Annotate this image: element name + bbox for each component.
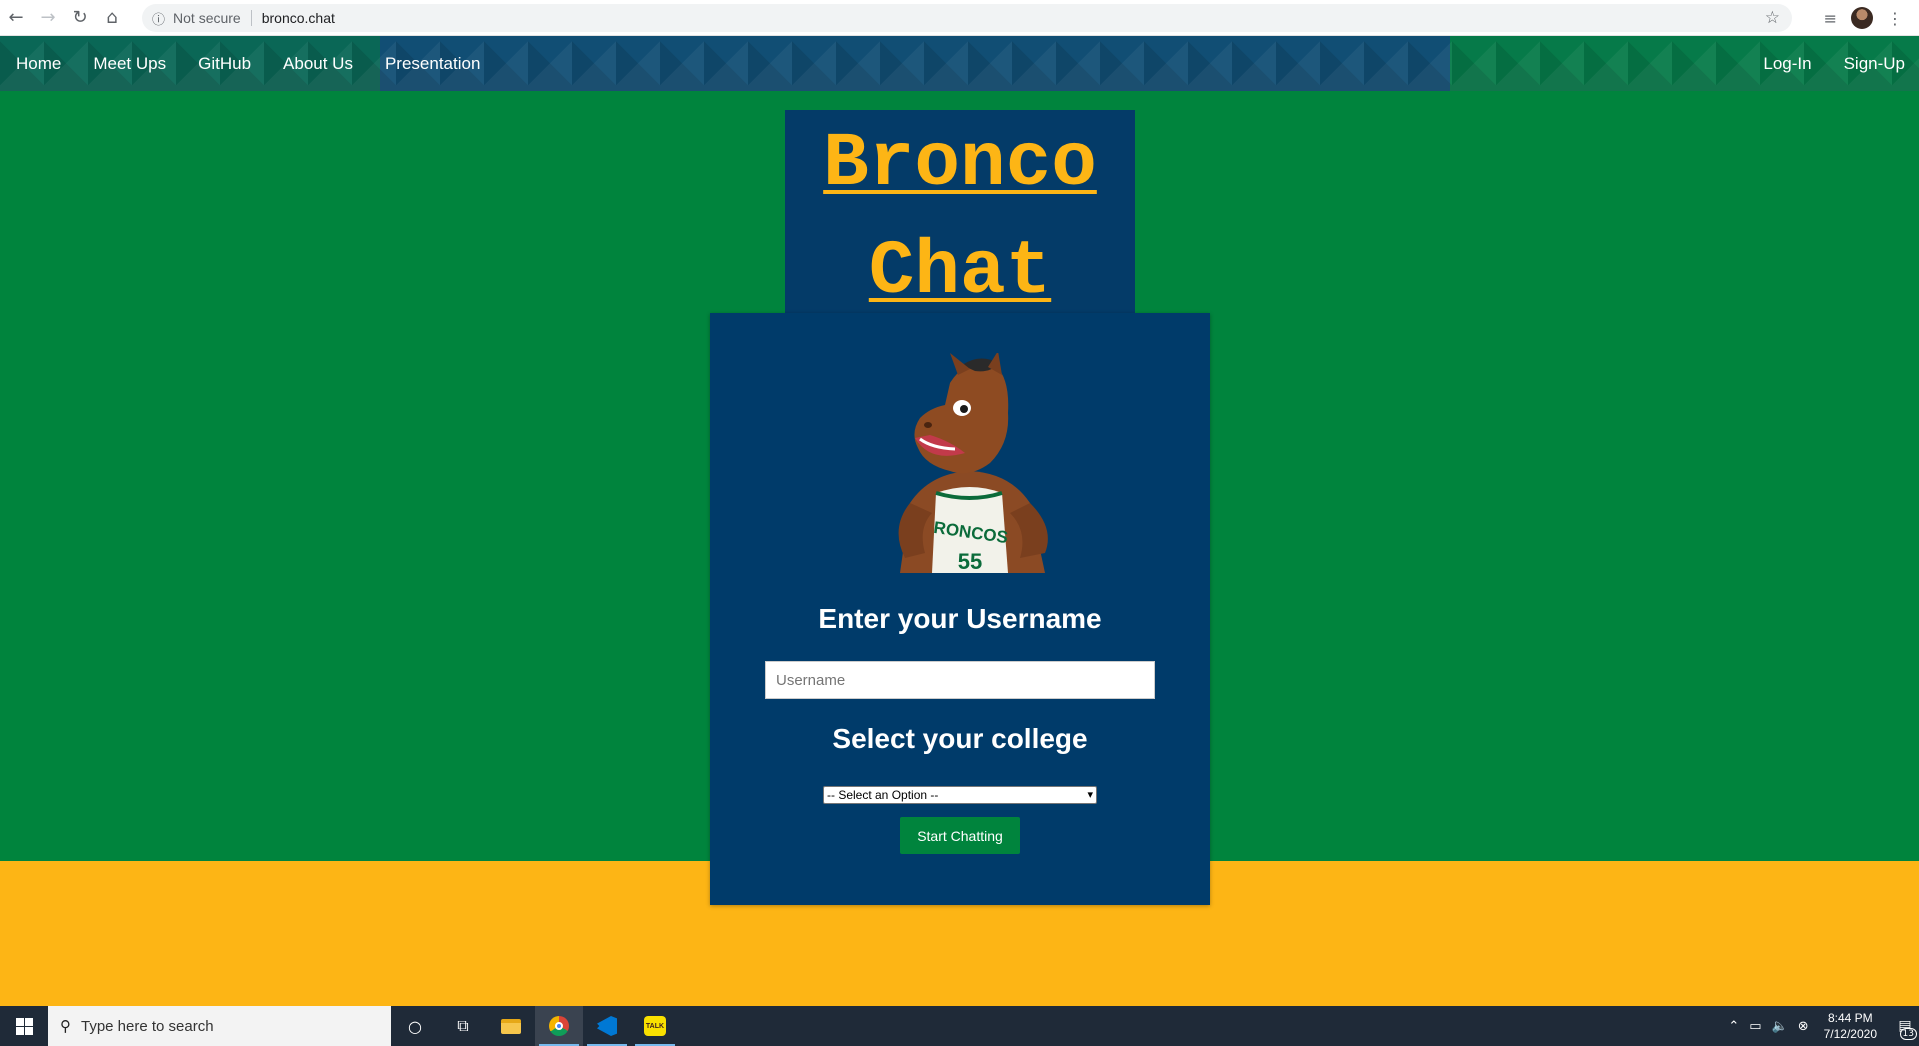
svg-text:55: 55 bbox=[958, 549, 982, 573]
nav-meet-ups[interactable]: Meet Ups bbox=[93, 54, 182, 74]
windows-taskbar: ⚲ Type here to search ○ ⧉ TALK ⌃ ▭ 🔈 ⊗ 8… bbox=[0, 1006, 1919, 1046]
system-tray: ⌃ ▭ 🔈 ⊗ 8:44 PM 7/12/2020 ▤ 13 bbox=[1723, 1006, 1919, 1046]
reload-icon[interactable]: ↻ bbox=[64, 0, 96, 36]
title-card: Bronco Chat bbox=[785, 110, 1135, 316]
title-line-2: Chat bbox=[868, 229, 1052, 315]
nav-home[interactable]: Home bbox=[16, 54, 77, 74]
vscode-taskbar-icon[interactable] bbox=[583, 1006, 631, 1046]
bronco-mascot-image: RONCOS 55 bbox=[898, 353, 1048, 573]
site-navbar: Home Meet Ups GitHub About Us Presentati… bbox=[0, 36, 1919, 91]
profile-avatar[interactable] bbox=[1851, 7, 1873, 29]
divider bbox=[250, 10, 252, 26]
search-icon: ⚲ bbox=[60, 1017, 71, 1035]
status-x-icon[interactable]: ⊗ bbox=[1798, 1019, 1809, 1034]
taskbar-search-box[interactable]: ⚲ Type here to search bbox=[48, 1006, 391, 1046]
home-icon[interactable]: ⌂ bbox=[96, 0, 128, 36]
clock-date: 7/12/2020 bbox=[1823, 1027, 1877, 1041]
nav-sign-up[interactable]: Sign-Up bbox=[1844, 54, 1905, 74]
volume-icon[interactable]: 🔈 bbox=[1772, 1019, 1788, 1034]
chrome-taskbar-icon[interactable] bbox=[535, 1006, 583, 1046]
start-chatting-button[interactable]: Start Chatting bbox=[900, 817, 1020, 854]
title-line-1: Bronco bbox=[823, 121, 1097, 207]
nav-presentation[interactable]: Presentation bbox=[385, 54, 496, 74]
media-queue-icon[interactable]: ≡ bbox=[1824, 9, 1837, 28]
security-label: Not secure bbox=[173, 10, 241, 26]
url-text[interactable]: bronco.chat bbox=[262, 10, 335, 26]
site-title: Bronco Chat bbox=[785, 110, 1135, 326]
browser-toolbar: ← → ↻ ⌂ ⓘ Not secure bronco.chat ☆ ≡ ⋮ bbox=[0, 0, 1919, 36]
menu-kebab-icon[interactable]: ⋮ bbox=[1887, 9, 1903, 28]
nav-log-in[interactable]: Log-In bbox=[1763, 54, 1811, 74]
notification-count-badge: 13 bbox=[1899, 1028, 1917, 1040]
file-explorer-icon[interactable] bbox=[487, 1006, 535, 1046]
nav-github[interactable]: GitHub bbox=[198, 54, 267, 74]
info-icon[interactable]: ⓘ bbox=[152, 9, 165, 28]
username-input[interactable] bbox=[765, 661, 1155, 699]
college-select-value: -- Select an Option -- bbox=[827, 788, 939, 802]
windows-start-icon[interactable] bbox=[0, 1006, 48, 1046]
login-card: RONCOS 55 Enter your Username Select you… bbox=[710, 313, 1210, 905]
address-bar[interactable]: ⓘ Not secure bronco.chat ☆ bbox=[142, 4, 1792, 32]
username-heading: Enter your Username bbox=[818, 603, 1102, 634]
chevron-up-icon[interactable]: ⌃ bbox=[1728, 1019, 1739, 1034]
network-icon[interactable]: ▭ bbox=[1749, 1019, 1761, 1034]
bookmark-star-icon[interactable]: ☆ bbox=[1765, 8, 1780, 28]
kakaotalk-taskbar-icon[interactable]: TALK bbox=[631, 1006, 679, 1046]
taskbar-search-placeholder: Type here to search bbox=[81, 1017, 214, 1035]
task-view-icon[interactable]: ⧉ bbox=[439, 1006, 487, 1046]
clock-time: 8:44 PM bbox=[1827, 1011, 1873, 1025]
chevron-down-icon: ▾ bbox=[1087, 788, 1093, 801]
forward-icon[interactable]: → bbox=[32, 0, 64, 36]
back-icon[interactable]: ← bbox=[0, 0, 32, 36]
notification-center-icon[interactable]: ▤ 13 bbox=[1891, 1006, 1919, 1046]
college-heading: Select your college bbox=[832, 723, 1088, 754]
nav-about-us[interactable]: About Us bbox=[283, 54, 369, 74]
taskbar-clock[interactable]: 8:44 PM 7/12/2020 bbox=[1824, 1010, 1877, 1042]
college-select[interactable]: -- Select an Option -- ▾ bbox=[823, 786, 1097, 804]
cortana-icon[interactable]: ○ bbox=[391, 1006, 439, 1046]
